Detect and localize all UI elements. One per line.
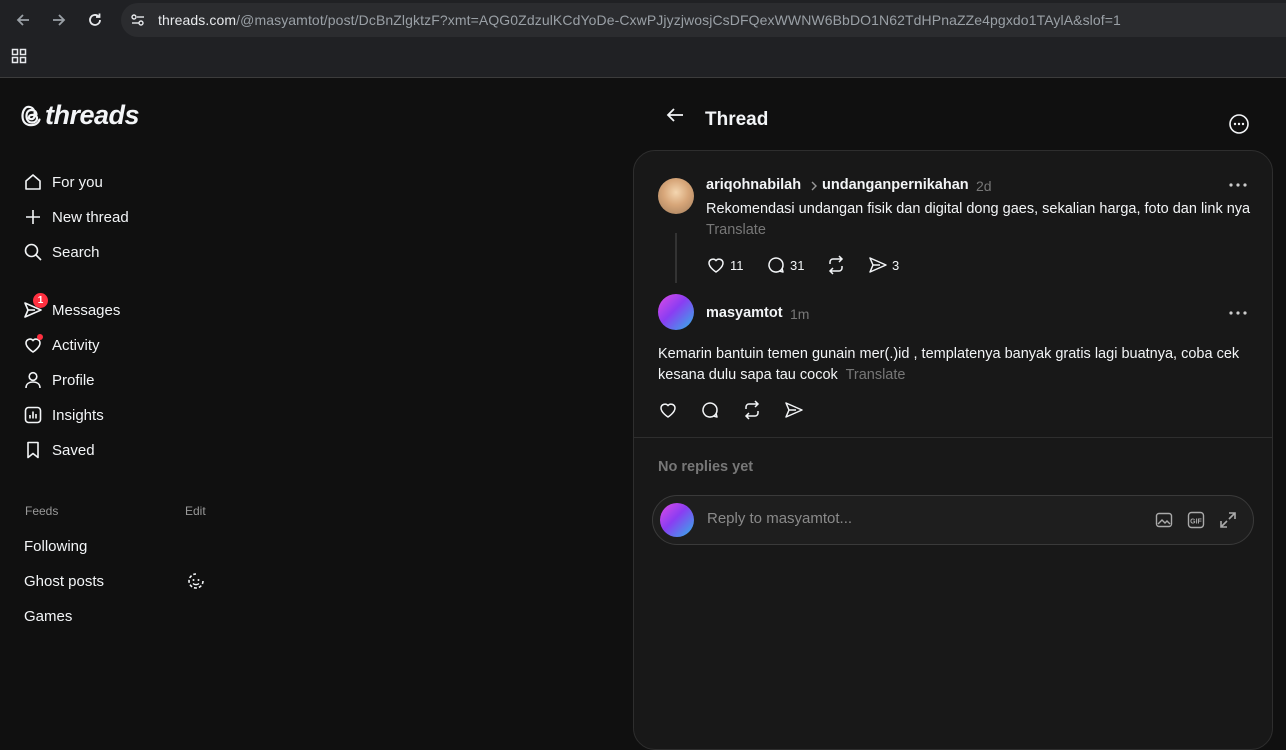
ghost-icon [186,571,206,596]
search-icon [22,241,44,263]
like-count: 11 [730,257,744,273]
nav-insights-label: Insights [52,406,104,424]
share-count: 3 [892,257,900,273]
translate-link[interactable]: Translate [846,367,906,383]
repost-icon [744,400,760,420]
reply-count: 31 [790,257,805,273]
logo-text: threads [45,100,140,130]
browser-toolbar: threads.com/@masyamtot/post/DcBnZlgktzF?… [0,0,1286,78]
nav-search[interactable]: Search [22,239,100,265]
threads-logo[interactable]: threads [21,100,140,131]
comment-icon [702,402,718,418]
divider [634,437,1272,438]
like-button[interactable]: 11 [706,255,744,275]
reply-button[interactable]: 31 [766,255,804,275]
image-icon[interactable] [1154,510,1174,535]
nav-messages[interactable]: 1 Messages [22,293,121,323]
nav-for-you[interactable]: For you [22,169,103,195]
more-options-circle-icon[interactable] [1228,113,1250,140]
forward-icon[interactable] [45,6,73,34]
bookmark-icon [22,439,44,461]
post-time: 2d [976,178,992,194]
send-icon [869,257,887,273]
nav-profile[interactable]: Profile [22,367,95,393]
feed-following[interactable]: Following [24,538,87,555]
home-icon [22,171,44,193]
heart-icon [708,258,724,273]
heart-icon [22,334,44,356]
nav-activity-label: Activity [52,336,100,354]
nav-insights[interactable]: Insights [22,402,104,428]
feeds-header: Feeds [25,504,59,518]
feed-games[interactable]: Games [24,608,72,625]
repost-icon [828,255,844,275]
thread-card: ariqohnabilah undanganpernikahan 2d Reko… [633,150,1273,750]
send-icon: 1 [22,293,48,321]
send-icon [785,402,803,418]
nav-search-label: Search [52,243,100,261]
chevron-right-icon [811,181,817,191]
nav-for-you-label: For you [52,173,103,191]
plus-icon [22,206,44,228]
nav-messages-label: Messages [52,301,121,319]
svg-text:GIF: GIF [1190,519,1202,526]
translate-link[interactable]: Translate [706,222,766,238]
expand-icon[interactable] [1218,510,1238,535]
reload-icon[interactable] [81,6,109,34]
threads-logo-icon [21,105,41,126]
avatar[interactable] [658,294,694,330]
page-title: Thread [705,109,769,130]
share-button[interactable] [784,400,804,420]
activity-dot [37,334,43,340]
topic-tag[interactable]: undanganpernikahan [822,177,969,193]
avatar[interactable] [658,178,694,214]
reply-post-text: Kemarin bantuin temen gunain mer(.)id , … [658,346,1240,383]
url-text: threads.com/@masyamtot/post/DcBnZlgktzF?… [158,12,1121,28]
more-icon[interactable] [1228,181,1248,189]
avatar [660,503,694,537]
reply-username[interactable]: masyamtot [706,305,783,321]
repost-button[interactable] [742,400,762,420]
repost-button[interactable] [826,255,846,275]
back-icon[interactable] [9,6,37,34]
feed-ghost-posts[interactable]: Ghost posts [24,573,104,590]
nav-profile-label: Profile [52,371,95,389]
nav-new-thread-label: New thread [52,208,129,226]
nav-new-thread[interactable]: New thread [22,204,129,230]
thread-line [675,233,677,283]
gif-icon[interactable]: GIF [1186,510,1206,535]
share-button[interactable]: 3 [868,255,899,275]
comment-icon [768,257,784,273]
parent-username[interactable]: ariqohnabilah [706,177,801,193]
reply-time: 1m [790,306,810,322]
no-replies-text: No replies yet [658,459,754,475]
heart-icon [660,403,676,418]
user-icon [22,369,44,391]
parent-post-text: Rekomendasi undangan fisik dan digital d… [706,201,1251,238]
reply-composer[interactable]: GIF [652,495,1254,545]
nav-activity[interactable]: Activity [22,332,100,358]
chart-icon [22,404,44,426]
site-settings-icon[interactable] [129,11,147,34]
nav-saved-label: Saved [52,441,95,459]
feeds-edit-button[interactable]: Edit [185,504,206,518]
reply-button[interactable] [700,400,720,420]
apps-icon[interactable] [11,48,27,69]
more-icon[interactable] [1228,309,1248,317]
messages-badge: 1 [33,293,48,308]
nav-saved[interactable]: Saved [22,437,95,463]
address-bar[interactable]: threads.com/@masyamtot/post/DcBnZlgktzF?… [121,3,1286,37]
back-arrow-icon[interactable] [664,104,686,131]
like-button[interactable] [658,400,678,420]
reply-input[interactable] [707,510,1107,527]
